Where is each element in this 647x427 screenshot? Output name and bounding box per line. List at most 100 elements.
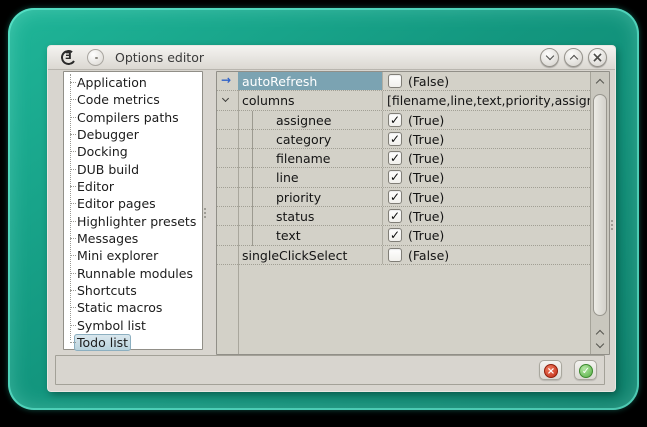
- property-row-status[interactable]: status ✓ (True): [217, 207, 590, 226]
- checkbox-checked[interactable]: ✓: [388, 170, 402, 184]
- sidebar-item-debugger[interactable]: Debugger: [64, 126, 202, 143]
- splitter-grip[interactable]: [204, 206, 207, 220]
- property-rows: →autoRefresh(False)columns[filename,line…: [217, 72, 590, 265]
- property-name[interactable]: assignee: [238, 111, 383, 129]
- property-row-singleClickSelect[interactable]: singleClickSelect (False): [217, 246, 590, 265]
- property-name[interactable]: category: [238, 130, 383, 148]
- checkbox-checked[interactable]: ✓: [388, 113, 402, 127]
- scroll-up-icon[interactable]: [595, 79, 603, 87]
- property-value[interactable]: [filename,line,text,priority,assigne: [383, 91, 590, 109]
- property-name[interactable]: text: [238, 226, 383, 244]
- property-value[interactable]: ✓ (True): [383, 149, 590, 167]
- sidebar-item-todo-list[interactable]: Todo list: [64, 334, 202, 351]
- property-row-filename[interactable]: filename ✓ (True): [217, 149, 590, 168]
- sidebar-item-editor-pages[interactable]: Editor pages: [64, 195, 202, 212]
- sidebar-item-static-macros[interactable]: Static macros: [64, 299, 202, 316]
- property-value[interactable]: ✓ (True): [383, 130, 590, 148]
- sidebar-item-label: Messages: [77, 231, 138, 246]
- app-logo-icon: Ǝ: [60, 49, 78, 67]
- accept-icon: ✓: [579, 364, 593, 378]
- sidebar-item-messages[interactable]: Messages: [64, 230, 202, 247]
- property-row-priority[interactable]: priority ✓ (True): [217, 188, 590, 207]
- checkbox-unchecked[interactable]: [388, 248, 402, 262]
- property-row-line[interactable]: line ✓ (True): [217, 168, 590, 187]
- property-name[interactable]: status: [238, 207, 383, 225]
- sidebar-item-dub-build[interactable]: DUB build: [64, 161, 202, 178]
- sidebar-item-label: DUB build: [77, 162, 139, 177]
- property-row-columns[interactable]: columns[filename,line,text,priority,assi…: [217, 91, 590, 110]
- sidebar-item-label: Editor: [77, 179, 114, 194]
- gutter-cell: [217, 246, 238, 264]
- vertical-scrollbar[interactable]: [590, 72, 609, 354]
- property-value[interactable]: ✓(True): [383, 226, 590, 244]
- cancel-button[interactable]: ×: [539, 360, 562, 380]
- window-frame: Ǝ Options editor × ApplicationCode metri…: [8, 8, 639, 410]
- checkbox-checked[interactable]: ✓: [388, 209, 402, 223]
- sidebar-item-label: Symbol list: [77, 318, 146, 333]
- accept-button[interactable]: ✓: [574, 360, 597, 380]
- property-value[interactable]: ✓ (True): [383, 188, 590, 206]
- value-text: (True): [408, 131, 444, 147]
- category-tree[interactable]: ApplicationCode metricsCompilers pathsDe…: [63, 71, 203, 350]
- sidebar-item-compilers-paths[interactable]: Compilers paths: [64, 109, 202, 126]
- maximize-button[interactable]: [564, 48, 583, 67]
- property-value[interactable]: ✓ (True): [383, 168, 590, 186]
- sidebar-item-docking[interactable]: Docking: [64, 143, 202, 160]
- sidebar-item-mini-explorer[interactable]: Mini explorer: [64, 247, 202, 264]
- property-rows-area: →autoRefresh(False)columns[filename,line…: [217, 72, 590, 354]
- property-grid[interactable]: →autoRefresh(False)columns[filename,line…: [216, 71, 610, 355]
- value-text: (False): [408, 73, 449, 89]
- property-name[interactable]: priority: [238, 188, 383, 206]
- checkbox-checked[interactable]: ✓: [388, 228, 402, 242]
- scrollbar-thumb[interactable]: [593, 94, 607, 316]
- property-value[interactable]: (False): [383, 246, 590, 264]
- checkbox-unchecked[interactable]: [388, 74, 402, 88]
- titlebar[interactable]: Ǝ Options editor ×: [48, 46, 615, 70]
- property-value[interactable]: ✓(True): [383, 111, 590, 129]
- property-name[interactable]: autoRefresh: [238, 72, 383, 90]
- cancel-icon: ×: [544, 364, 558, 378]
- value-text: (True): [408, 189, 444, 205]
- right-splitter-grip[interactable]: [611, 218, 614, 232]
- value-text: (True): [408, 169, 444, 185]
- property-value[interactable]: ✓ (True): [383, 207, 590, 225]
- sidebar-item-editor[interactable]: Editor: [64, 178, 202, 195]
- sidebar-item-label: Mini explorer: [77, 248, 158, 263]
- scroll-down-icon[interactable]: [595, 340, 603, 348]
- property-value[interactable]: (False): [383, 72, 590, 90]
- sidebar-item-runnable-modules[interactable]: Runnable modules: [64, 265, 202, 282]
- chevron-down-icon: [545, 52, 553, 60]
- property-name[interactable]: columns: [238, 91, 383, 109]
- property-name[interactable]: filename: [238, 149, 383, 167]
- property-row-assignee[interactable]: assignee✓(True): [217, 111, 590, 130]
- sidebar-item-symbol-list[interactable]: Symbol list: [64, 317, 202, 334]
- value-text: (False): [408, 247, 449, 263]
- property-name[interactable]: singleClickSelect: [238, 246, 383, 264]
- property-row-category[interactable]: category ✓ (True): [217, 130, 590, 149]
- chevron-up-icon: [569, 55, 577, 63]
- sidebar-item-highlighter-presets[interactable]: Highlighter presets: [64, 213, 202, 230]
- sidebar-item-label: Shortcuts: [77, 283, 137, 298]
- gutter-cell: [217, 130, 238, 148]
- property-row-text[interactable]: text✓(True): [217, 226, 590, 245]
- sidebar-item-application[interactable]: Application: [64, 74, 202, 91]
- property-row-autoRefresh[interactable]: →autoRefresh(False): [217, 72, 590, 91]
- sidebar-item-label: Application: [77, 75, 147, 90]
- checkbox-checked[interactable]: ✓: [388, 132, 402, 146]
- checkbox-checked[interactable]: ✓: [388, 151, 402, 165]
- sidebar-list: ApplicationCode metricsCompilers pathsDe…: [64, 72, 202, 352]
- close-button[interactable]: ×: [588, 48, 607, 67]
- gutter-cell: [217, 111, 238, 129]
- value-text: (True): [408, 150, 444, 166]
- sidebar-item-label: Highlighter presets: [77, 214, 196, 229]
- value-text: (True): [408, 208, 444, 224]
- window-title: Options editor: [115, 50, 204, 65]
- sidebar-item-shortcuts[interactable]: Shortcuts: [64, 282, 202, 299]
- scroll-up-icon[interactable]: [595, 330, 603, 338]
- sidebar-item-code-metrics[interactable]: Code metrics: [64, 91, 202, 108]
- gutter-cell: [217, 188, 238, 206]
- property-name[interactable]: line: [238, 168, 383, 186]
- minimize-button[interactable]: [540, 48, 559, 67]
- checkbox-checked[interactable]: ✓: [388, 190, 402, 204]
- window-menu-button[interactable]: [87, 49, 104, 66]
